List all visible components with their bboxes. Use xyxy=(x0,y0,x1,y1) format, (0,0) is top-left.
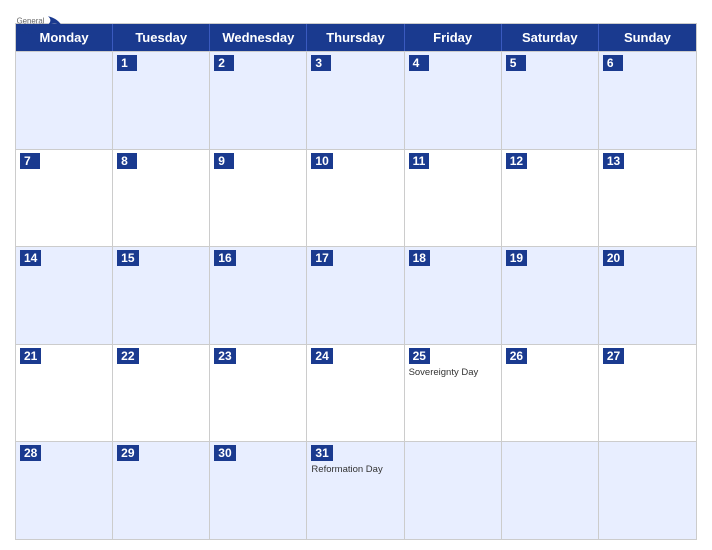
day-number: 4 xyxy=(409,55,429,71)
day-number: 28 xyxy=(20,445,41,461)
day-cell: 24 xyxy=(307,345,404,442)
day-number: 10 xyxy=(311,153,332,169)
weeks-container: 1234567891011121314151617181920212223242… xyxy=(16,51,696,539)
day-number: 16 xyxy=(214,250,235,266)
day-cell: 20 xyxy=(599,247,696,344)
svg-text:General: General xyxy=(17,16,45,25)
day-cell: 5 xyxy=(502,52,599,149)
week-row-4: 21 22 23 24 25 Sovereignty Day 26 27 xyxy=(16,344,696,442)
day-header-saturday: Saturday xyxy=(502,24,599,51)
day-number: 6 xyxy=(603,55,623,71)
day-cell xyxy=(502,442,599,539)
day-cell: 25 Sovereignty Day xyxy=(405,345,502,442)
week-row-5: 28 29 30 31 Reformation Day xyxy=(16,441,696,539)
day-cell: 19 xyxy=(502,247,599,344)
day-cell: 15 xyxy=(113,247,210,344)
day-cell xyxy=(599,442,696,539)
day-cell: 16 xyxy=(210,247,307,344)
day-number: 17 xyxy=(311,250,332,266)
day-cell: 26 xyxy=(502,345,599,442)
day-number: 9 xyxy=(214,153,234,169)
day-header-friday: Friday xyxy=(405,24,502,51)
day-number: 14 xyxy=(20,250,41,266)
day-number: 26 xyxy=(506,348,527,364)
day-header-sunday: Sunday xyxy=(599,24,696,51)
day-cell: 23 xyxy=(210,345,307,442)
event-label: Reformation Day xyxy=(311,464,399,475)
day-number: 27 xyxy=(603,348,624,364)
day-cell xyxy=(16,52,113,149)
day-number: 31 xyxy=(311,445,332,461)
day-cell: 7 xyxy=(16,150,113,247)
calendar-grid: MondayTuesdayWednesdayThursdayFridaySatu… xyxy=(15,23,697,540)
day-number: 30 xyxy=(214,445,235,461)
day-number: 25 xyxy=(409,348,430,364)
day-cell: 8 xyxy=(113,150,210,247)
day-number: 7 xyxy=(20,153,40,169)
week-row-1: 1 2 3 4 5 6 xyxy=(16,51,696,149)
day-cell: 10 xyxy=(307,150,404,247)
day-header-thursday: Thursday xyxy=(307,24,404,51)
day-number: 29 xyxy=(117,445,138,461)
day-number: 22 xyxy=(117,348,138,364)
day-header-wednesday: Wednesday xyxy=(210,24,307,51)
day-cell xyxy=(405,442,502,539)
day-number: 3 xyxy=(311,55,331,71)
logo: General Blue xyxy=(15,10,70,50)
day-cell: 14 xyxy=(16,247,113,344)
day-number: 13 xyxy=(603,153,624,169)
day-number: 1 xyxy=(117,55,137,71)
day-cell: 4 xyxy=(405,52,502,149)
week-row-3: 14 15 16 17 18 19 20 xyxy=(16,246,696,344)
day-cell: 11 xyxy=(405,150,502,247)
day-cell: 31 Reformation Day xyxy=(307,442,404,539)
day-number: 15 xyxy=(117,250,138,266)
day-cell: 27 xyxy=(599,345,696,442)
day-cell: 22 xyxy=(113,345,210,442)
day-header-tuesday: Tuesday xyxy=(113,24,210,51)
day-cell: 2 xyxy=(210,52,307,149)
day-cell: 17 xyxy=(307,247,404,344)
day-number: 2 xyxy=(214,55,234,71)
day-number: 21 xyxy=(20,348,41,364)
svg-text:Blue: Blue xyxy=(17,25,41,37)
day-cell: 1 xyxy=(113,52,210,149)
calendar-header: General Blue xyxy=(15,10,697,15)
day-cell: 3 xyxy=(307,52,404,149)
day-number: 23 xyxy=(214,348,235,364)
day-cell: 6 xyxy=(599,52,696,149)
day-cell: 9 xyxy=(210,150,307,247)
day-number: 24 xyxy=(311,348,332,364)
day-headers: MondayTuesdayWednesdayThursdayFridaySatu… xyxy=(16,24,696,51)
day-cell: 18 xyxy=(405,247,502,344)
day-cell: 30 xyxy=(210,442,307,539)
day-cell: 13 xyxy=(599,150,696,247)
day-number: 5 xyxy=(506,55,526,71)
day-cell: 29 xyxy=(113,442,210,539)
day-number: 19 xyxy=(506,250,527,266)
logo-svg: General Blue xyxy=(15,10,70,50)
event-label: Sovereignty Day xyxy=(409,367,497,378)
day-cell: 28 xyxy=(16,442,113,539)
day-number: 11 xyxy=(409,153,430,169)
day-number: 12 xyxy=(506,153,527,169)
day-number: 8 xyxy=(117,153,137,169)
day-cell: 21 xyxy=(16,345,113,442)
day-cell: 12 xyxy=(502,150,599,247)
calendar-container: General Blue MondayTuesdayWednesdayThurs… xyxy=(0,0,712,550)
day-number: 20 xyxy=(603,250,624,266)
day-number: 18 xyxy=(409,250,430,266)
week-row-2: 7 8 9 10 11 12 13 xyxy=(16,149,696,247)
